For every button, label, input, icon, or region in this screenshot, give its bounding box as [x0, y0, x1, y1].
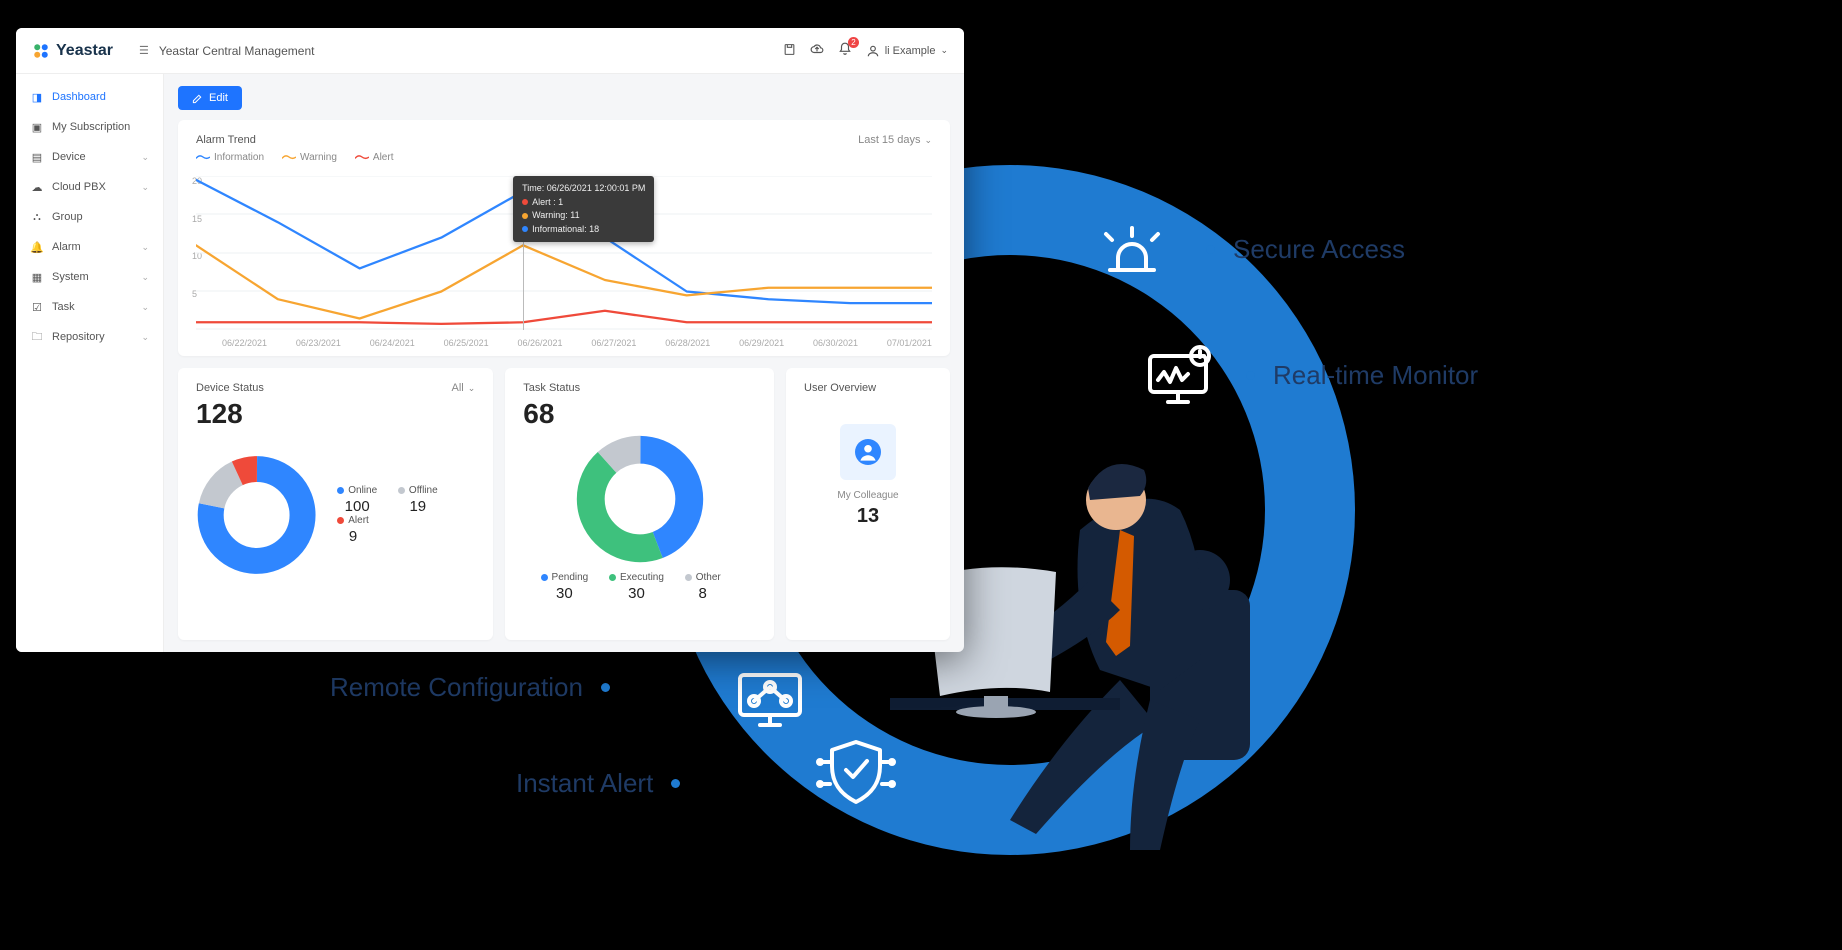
page-title: Yeastar Central Management: [159, 44, 315, 58]
sidebar-item-cloud-pbx[interactable]: ☁Cloud PBX⌄: [16, 172, 163, 202]
sidebar-item-system[interactable]: ▦System⌄: [16, 262, 163, 292]
alarm-trend-card: Alarm Trend Last 15 days ⌄ Information W…: [178, 120, 950, 356]
brand-logo: Yeastar: [32, 42, 113, 60]
user-menu[interactable]: li Example ⌄: [866, 44, 948, 58]
feature-realtime-monitor: Real-time Monitor: [1246, 360, 1478, 391]
date-range-selector[interactable]: Last 15 days ⌄: [858, 134, 932, 146]
colleague-count: 13: [823, 505, 913, 528]
save-icon[interactable]: [783, 43, 796, 59]
x-axis-ticks: 06/22/202106/23/202106/24/202106/25/2021…: [222, 338, 932, 348]
user-overview-card: User Overview My Colleague 13: [786, 368, 950, 640]
chevron-down-icon: ⌄: [940, 45, 948, 56]
notification-count: 2: [848, 37, 858, 48]
sidebar-toggle-icon[interactable]: ☰: [139, 44, 149, 57]
alarm-card-title: Alarm Trend: [196, 134, 256, 146]
chevron-down-icon: ⌄: [141, 302, 149, 313]
cloud-icon: ☁: [30, 181, 44, 194]
sidebar-item-group[interactable]: ⛬Group: [16, 202, 163, 232]
colleague-label: My Colleague: [823, 490, 913, 501]
archive-icon: 🗀: [30, 328, 44, 347]
chevron-down-icon: ⌄: [924, 135, 932, 146]
edit-button[interactable]: Edit: [178, 86, 242, 110]
task-card-title: Task Status: [523, 382, 756, 394]
sidebar-item-device[interactable]: ▤Device⌄: [16, 142, 163, 172]
cloud-upload-icon[interactable]: [810, 42, 824, 59]
bell-icon: 🔔: [30, 241, 44, 254]
alarm-legend: Information Warning Alert: [196, 152, 932, 163]
device-card-title: Device Status: [196, 382, 264, 394]
sidebar-item-task[interactable]: ☑Task⌄: [16, 292, 163, 322]
user-icon: [866, 44, 880, 58]
chevron-down-icon: ⌄: [141, 332, 149, 343]
chevron-down-icon: ⌄: [141, 152, 149, 163]
chevron-down-icon: ⌄: [141, 272, 149, 283]
brand-logo-icon: [32, 42, 50, 60]
device-status-card: Device Status All⌄ 128 Online100 Offline…: [178, 368, 493, 640]
device-legend: Online100 Offline19 Alert9: [337, 485, 475, 545]
main-content: Edit Alarm Trend Last 15 days ⌄ Informat…: [164, 74, 964, 652]
sidebar-item-subscription[interactable]: ▣My Subscription: [16, 112, 163, 142]
task-total: 68: [523, 398, 756, 430]
feature-remote-configuration: Remote Configuration: [330, 672, 610, 703]
device-filter-all[interactable]: All⌄: [451, 382, 475, 394]
gauge-icon: ◨: [30, 91, 44, 104]
feature-secure-access: Secure Access: [1206, 234, 1405, 265]
server-icon: ▤: [30, 151, 44, 164]
feature-instant-alert: Instant Alert: [516, 768, 680, 799]
topbar: Yeastar ☰ Yeastar Central Management 2 l…: [16, 28, 964, 74]
sidebar: ◨Dashboard ▣My Subscription ▤Device⌄ ☁Cl…: [16, 74, 164, 652]
chevron-down-icon: ⌄: [468, 383, 476, 394]
notification-bell[interactable]: 2: [838, 42, 852, 59]
clipboard-icon: ☑: [30, 301, 44, 314]
chevron-down-icon: ⌄: [141, 182, 149, 193]
user-name: li Example: [885, 45, 936, 57]
device-donut-chart: [196, 440, 317, 590]
sidebar-item-repository[interactable]: 🗀Repository⌄: [16, 322, 163, 352]
chevron-down-icon: ⌄: [141, 242, 149, 253]
sidebar-item-alarm[interactable]: 🔔Alarm⌄: [16, 232, 163, 262]
bookmark-icon: ▣: [30, 121, 44, 134]
pencil-icon: [192, 93, 203, 104]
user-tile[interactable]: My Colleague 13: [823, 424, 913, 528]
colleague-avatar-icon: [840, 424, 896, 480]
device-total: 128: [196, 398, 475, 430]
sliders-icon: ▦: [30, 271, 44, 284]
app-window: Yeastar ☰ Yeastar Central Management 2 l…: [16, 28, 964, 652]
user-card-title: User Overview: [804, 382, 932, 394]
group-icon: ⛬: [30, 211, 44, 224]
task-legend: Pending30 Executing30 Other8: [523, 572, 756, 602]
sidebar-item-dashboard[interactable]: ◨Dashboard: [16, 82, 163, 112]
task-donut-chart: [575, 434, 705, 564]
task-status-card: Task Status 68 Pending30 Executing30 Oth…: [505, 368, 774, 640]
chart-tooltip: Time: 06/26/2021 12:00:01 PM Alert : 1 W…: [513, 176, 654, 242]
